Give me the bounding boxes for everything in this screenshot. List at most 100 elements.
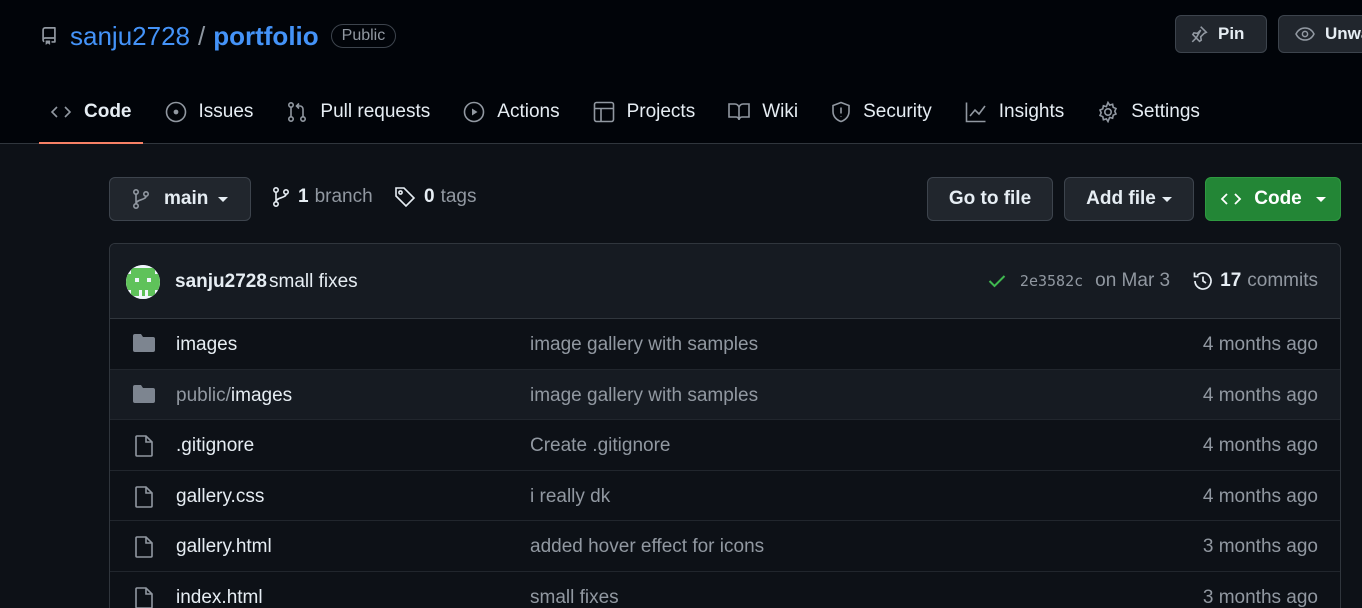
tab-pull-requests[interactable]: Pull requests [276,88,440,136]
tab-security-label: Security [863,101,932,122]
repo-owner-link[interactable]: sanju2728 [70,21,190,52]
tab-security[interactable]: Security [821,88,942,136]
visibility-badge: Public [330,24,397,48]
file-name-link[interactable]: public/images [176,385,292,407]
file-name-link[interactable]: .gitignore [176,435,254,457]
tag-count-label: tags [440,186,477,207]
file-icon [135,586,153,608]
repo-tabs: Code Issues Pull requests Actions Projec… [39,88,1223,144]
file-name-link[interactable]: gallery.html [176,536,272,558]
code-dropdown-button[interactable]: Code [1205,177,1341,221]
file-commit-message[interactable]: Create .gitignore [530,435,670,457]
tags-link[interactable]: 0 tags [394,186,477,208]
branch-name: main [164,188,209,209]
pin-label: Pin [1218,24,1245,43]
table-icon [593,101,614,123]
tab-wiki-label: Wiki [762,101,799,122]
avatar[interactable] [126,265,160,299]
tab-settings-label: Settings [1131,101,1200,122]
play-icon [463,101,485,123]
tab-issues[interactable]: Issues [155,88,264,136]
graph-icon [965,102,986,123]
file-icon [135,485,153,508]
file-commit-message[interactable]: small fixes [530,587,619,608]
latest-commit-bar: sanju2728 small fixes 2e3582c on Mar 3 1… [110,244,1340,319]
folder-icon [133,334,155,352]
issue-icon [165,101,186,123]
file-row[interactable]: .gitignore Create .gitignore 4 months ag… [110,420,1340,471]
file-row[interactable]: gallery.html added hover effect for icon… [110,521,1340,572]
file-commit-message[interactable]: added hover effect for icons [530,536,764,558]
tab-settings[interactable]: Settings [1087,88,1210,136]
tab-actions-label: Actions [497,101,560,122]
commit-author-link[interactable]: sanju2728 [175,271,267,293]
commit-message-link[interactable]: small fixes [269,271,358,293]
tab-insights-label: Insights [998,101,1065,122]
pull-request-icon [288,101,307,123]
go-to-file-button[interactable]: Go to file [927,177,1053,221]
tab-actions[interactable]: Actions [453,88,569,136]
tag-count: 0 [424,186,435,207]
tab-projects[interactable]: Projects [583,88,706,136]
path-separator: / [198,20,206,51]
shield-icon [832,101,850,123]
repo-header: sanju2728 / portfolio Public Pin Unwa Co… [0,0,1362,144]
tab-pull-requests-label: Pull requests [320,101,431,122]
tab-wiki[interactable]: Wiki [718,88,808,136]
commits-link[interactable]: 17 commits [1192,270,1318,292]
unwatch-label: Unwa [1325,24,1362,43]
branch-icon [132,188,150,210]
eye-icon [1295,27,1315,41]
file-commit-message[interactable]: image gallery with samples [530,385,758,407]
pin-button[interactable]: Pin [1175,15,1267,53]
branch-count-label: branch [314,186,373,207]
commit-meta: 2e3582c on Mar 3 17 commits [988,270,1318,292]
file-age: 3 months ago [1202,536,1318,557]
add-file-button[interactable]: Add file [1064,177,1194,221]
file-commit-message[interactable]: i really dk [530,486,610,508]
book-icon [728,103,751,121]
commit-count: 17 [1220,270,1242,291]
file-name-link[interactable]: gallery.css [176,486,264,508]
branch-icon [272,186,290,208]
file-row[interactable]: images image gallery with samples 4 mont… [110,319,1340,370]
code-icon [1220,193,1242,205]
branch-select-button[interactable]: main [109,177,251,221]
tag-icon [395,187,416,208]
code-icon [50,106,72,118]
file-age: 4 months ago [1202,435,1318,456]
file-name-link[interactable]: images [176,334,237,356]
add-file-label: Add file [1086,188,1156,209]
file-row[interactable]: public/images image gallery with samples… [110,369,1340,420]
commit-sha-link[interactable]: 2e3582c [1020,272,1083,290]
gear-icon [1099,101,1118,123]
file-icon [135,435,153,457]
unwatch-button[interactable]: Unwa [1278,15,1362,53]
branches-link[interactable]: 1 branch [272,186,373,208]
tab-code[interactable]: Code [39,88,142,144]
history-icon [1193,272,1212,290]
chevron-down-icon [1315,196,1326,202]
tab-insights[interactable]: Insights [955,88,1074,136]
file-row[interactable]: gallery.css i really dk 4 months ago [110,470,1340,521]
repo-name-link[interactable]: portfolio [213,21,318,52]
tab-issues-label: Issues [198,101,254,122]
check-icon[interactable] [988,274,1006,288]
file-age: 4 months ago [1202,485,1318,507]
file-browser: sanju2728 small fixes 2e3582c on Mar 3 1… [109,243,1341,608]
tab-code-label: Code [84,101,132,122]
commits-label: commits [1247,270,1318,291]
pin-icon [1191,26,1208,43]
file-row[interactable]: index.html small fixes 3 months ago [110,571,1340,608]
file-icon [135,536,153,558]
file-name-link[interactable]: index.html [176,587,263,608]
file-commit-message[interactable]: image gallery with samples [530,334,758,356]
repo-icon [40,25,58,47]
folder-icon [133,384,155,403]
code-button-label: Code [1254,188,1302,209]
file-age: 4 months ago [1202,334,1318,355]
repo-title: sanju2728 / portfolio Public [40,20,397,52]
tab-projects-label: Projects [626,101,696,122]
branch-count: 1 [298,186,309,207]
chevron-down-icon [1161,196,1172,202]
